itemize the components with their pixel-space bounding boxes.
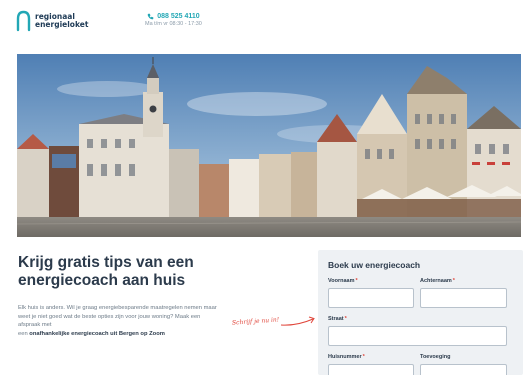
required-mark: * — [355, 278, 358, 284]
house-number-label-text: Huisnummer — [328, 354, 362, 360]
street-field[interactable] — [328, 326, 507, 346]
house-number-field[interactable] — [328, 364, 414, 375]
handwritten-callout: Schrijf je nu in! — [232, 314, 319, 328]
first-name-label: Voornaam* — [328, 278, 358, 284]
addition-field[interactable] — [420, 364, 507, 375]
addition-label-text: Toevoeging — [420, 354, 451, 360]
site-logo[interactable]: regionaal energieloket — [16, 10, 88, 32]
hero-image — [17, 54, 521, 237]
intro-body-prefix: een — [18, 330, 28, 337]
required-mark: * — [344, 316, 347, 322]
required-mark: * — [362, 354, 365, 360]
logo-line-2: energieloket — [35, 20, 89, 29]
phone-link[interactable]: 088 525 4110 — [145, 13, 202, 20]
phone-number: 088 525 4110 — [157, 13, 200, 20]
opening-hours: Ma t/m vr 08:30 - 17:30 — [145, 21, 202, 27]
logo-house-icon — [16, 10, 31, 32]
intro-body-text: Elk huis is anders. Wil je graag energie… — [18, 305, 217, 329]
phone-icon — [147, 13, 154, 20]
street-label-text: Straat — [328, 316, 344, 322]
logo-text: regionaal energieloket — [35, 12, 89, 30]
contact-info: 088 525 4110 Ma t/m vr 08:30 - 17:30 — [145, 13, 202, 27]
town-square-photo — [17, 54, 521, 237]
last-name-field[interactable] — [420, 288, 507, 308]
intro-body-highlight: onafhankelijke energiecoach uit Bergen o… — [29, 330, 165, 337]
form-title: Boek uw energiecoach — [328, 260, 421, 270]
first-name-label-text: Voornaam — [328, 278, 355, 284]
house-number-label: Huisnummer* — [328, 354, 365, 360]
handwritten-note: Schrijf je nu in! — [231, 315, 280, 327]
required-mark: * — [452, 278, 455, 284]
intro-text: Elk huis is anders. Wil je graag energie… — [18, 304, 218, 338]
arrow-icon — [281, 316, 316, 326]
title-line-1: Krijg gratis tips van een — [18, 254, 194, 271]
page-title: Krijg gratis tips van een energiecoach a… — [18, 254, 298, 290]
title-line-2: energiecoach aan huis — [18, 272, 186, 289]
first-name-field[interactable] — [328, 288, 414, 308]
street-label: Straat* — [328, 316, 347, 322]
last-name-label: Achternaam* — [420, 278, 455, 284]
addition-label: Toevoeging — [420, 354, 450, 360]
booking-form: Boek uw energiecoach Voornaam* Achternaa… — [318, 250, 523, 375]
last-name-label-text: Achternaam — [420, 278, 452, 284]
site-header: regionaal energieloket 088 525 4110 Ma t… — [0, 0, 523, 50]
